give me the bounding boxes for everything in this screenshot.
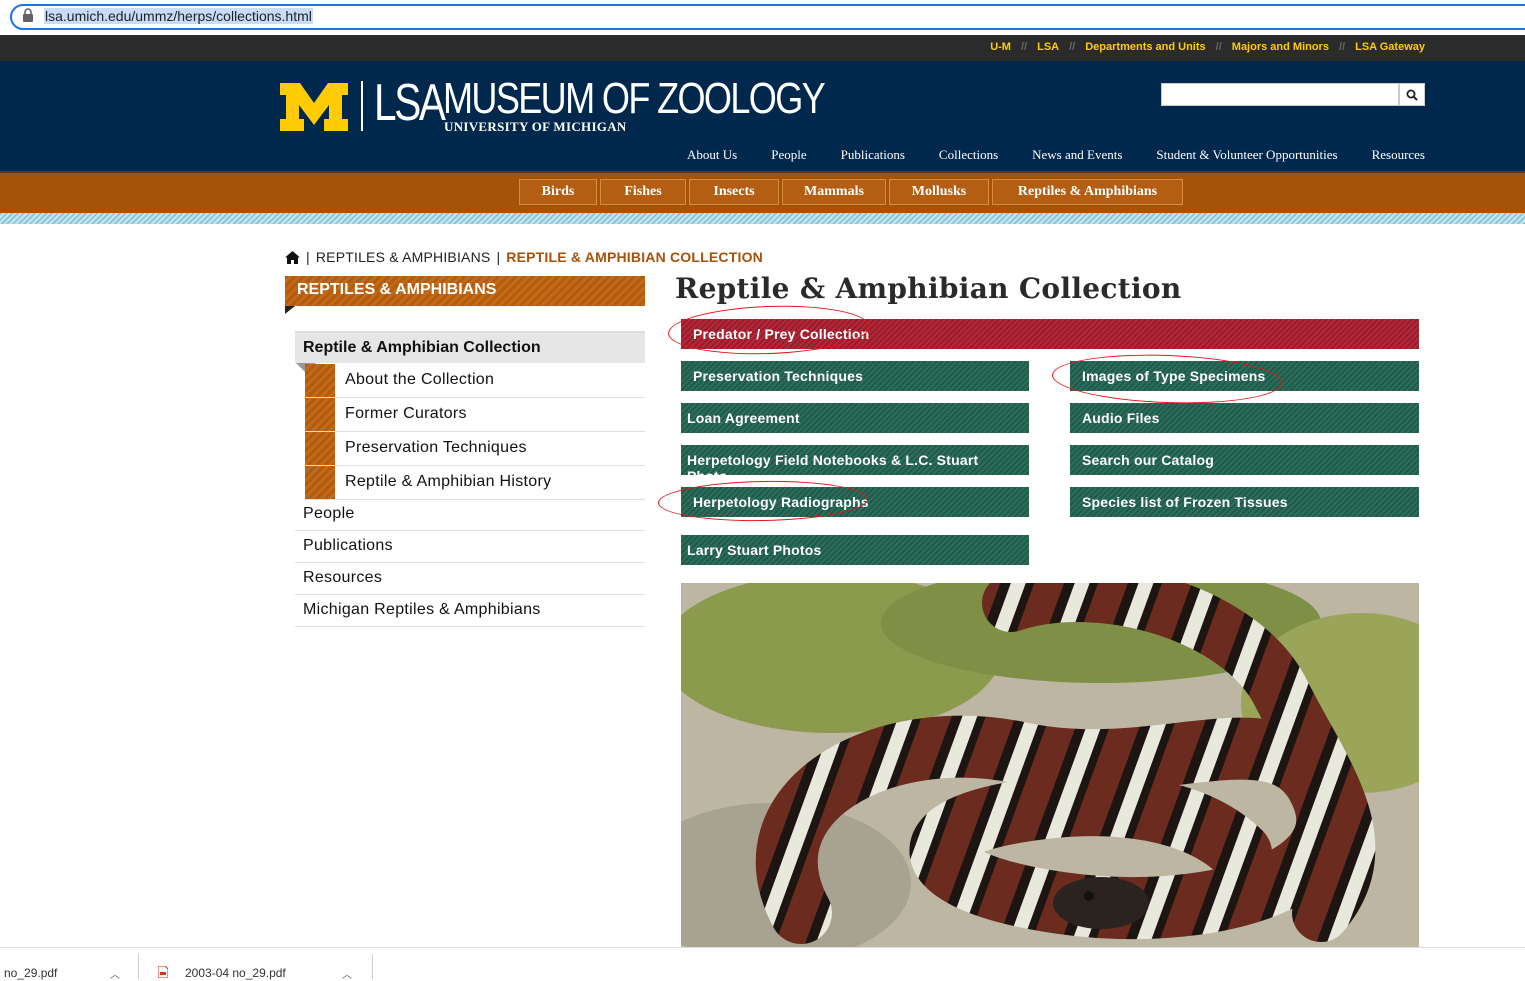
breadcrumb-separator: |	[496, 249, 501, 265]
sidebar-subitem-curators[interactable]: Former Curators	[305, 398, 645, 432]
breadcrumb-current: REPTILE & AMPHIBIAN COLLECTION	[506, 249, 763, 265]
site-header: LSA MUSEUM OF ZOOLOGY UNIVERSITY OF MICH…	[0, 61, 1525, 171]
collection-tabs: Birds Fishes Insects Mammals Mollusks Re…	[519, 179, 1183, 205]
sidebar-item-resources[interactable]: Resources	[295, 563, 645, 595]
search-input[interactable]	[1161, 83, 1399, 106]
nav-publications[interactable]: Publications	[841, 147, 905, 163]
sidebar-subitem-label: About the Collection	[345, 371, 495, 388]
separator: //	[1020, 41, 1028, 53]
utility-link-majors[interactable]: Majors and Minors	[1232, 41, 1329, 53]
tab-fishes[interactable]: Fishes	[600, 179, 686, 205]
nav-about-us[interactable]: About Us	[687, 147, 737, 163]
tab-birds[interactable]: Birds	[519, 179, 597, 205]
lock-icon	[23, 8, 33, 22]
subitem-marker	[305, 364, 335, 397]
search-button[interactable]	[1399, 83, 1425, 106]
nav-people[interactable]: People	[771, 147, 806, 163]
sidebar-item-people[interactable]: People	[295, 499, 645, 531]
chevron-up-icon[interactable]: ︿	[342, 966, 352, 981]
breadcrumb: | REPTILES & AMPHIBIANS | REPTILE & AMPH…	[285, 249, 763, 265]
collections-bar: Birds Fishes Insects Mammals Mollusks Re…	[0, 171, 1525, 211]
chevron-up-icon[interactable]: ︿	[110, 966, 120, 981]
logo-title[interactable]: MUSEUM OF ZOOLOGY	[443, 77, 826, 121]
separator: //	[1069, 41, 1076, 53]
tab-mollusks[interactable]: Mollusks	[889, 179, 989, 205]
nav-collections[interactable]: Collections	[939, 147, 998, 163]
logo-lsa[interactable]: LSA	[374, 77, 446, 129]
frozen-tissues-button[interactable]: Species list of Frozen Tissues	[1070, 487, 1419, 517]
pdf-icon	[158, 966, 168, 978]
subitem-marker	[305, 398, 335, 431]
sidebar-subitem-label: Preservation Techniques	[345, 439, 527, 456]
download-bar: no_29.pdf ︿ 2003-04 no_29.pdf ︿	[0, 947, 1525, 981]
page-title: Reptile & Amphibian Collection	[675, 272, 1182, 305]
logo-divider	[361, 81, 363, 131]
decorative-stripe	[0, 211, 1525, 224]
sidebar-heading-tip	[285, 306, 295, 314]
search-catalog-button[interactable]: Search our Catalog	[1070, 445, 1419, 475]
sidebar-subitem-about[interactable]: About the Collection	[305, 364, 645, 398]
breadcrumb-separator: |	[306, 249, 310, 265]
field-notebooks-button[interactable]: Herpetology Field Notebooks & L.C. Stuar…	[681, 445, 1029, 484]
block-m-logo[interactable]	[280, 83, 348, 131]
sidebar-item-publications[interactable]: Publications	[295, 531, 645, 563]
utility-link-um[interactable]: U-M	[990, 41, 1011, 53]
snake-image	[681, 583, 1419, 948]
sidebar-item-label: Resources	[303, 569, 383, 586]
tab-mammals[interactable]: Mammals	[782, 179, 886, 205]
preservation-techniques-button[interactable]: Preservation Techniques	[681, 361, 1029, 391]
url-text[interactable]: lsa.umich.edu/ummz/herps/collections.htm…	[44, 8, 313, 24]
annotation-circle	[1051, 351, 1283, 407]
sidebar-item-label: People	[303, 505, 355, 522]
utility-link-lsa[interactable]: LSA	[1037, 41, 1059, 53]
sidebar-item-label: Michigan Reptiles & Amphibians	[303, 601, 541, 618]
main-nav: About Us People Publications Collections…	[687, 147, 1425, 163]
tab-reptiles-amphibians[interactable]: Reptiles & Amphibians	[992, 179, 1183, 205]
breadcrumb-section[interactable]: REPTILES & AMPHIBIANS	[316, 249, 491, 265]
sidebar-heading[interactable]: REPTILES & AMPHIBIANS	[285, 276, 645, 306]
separator: //	[1338, 41, 1346, 53]
tab-insects[interactable]: Insects	[689, 179, 779, 205]
browser-address-bar: lsa.umich.edu/ummz/herps/collections.htm…	[0, 0, 1525, 35]
nav-student-volunteer[interactable]: Student & Volunteer Opportunities	[1156, 147, 1337, 163]
nav-news-events[interactable]: News and Events	[1032, 147, 1122, 163]
separator: //	[1215, 41, 1222, 53]
loan-agreement-button[interactable]: Loan Agreement	[681, 403, 1029, 433]
utility-links: U-M // LSA // Departments and Units // M…	[990, 41, 1425, 53]
sidebar-item-label: Publications	[303, 537, 393, 554]
nav-resources[interactable]: Resources	[1372, 147, 1425, 163]
sidebar-subitem-label: Former Curators	[345, 405, 467, 422]
utility-link-gateway[interactable]: LSA Gateway	[1355, 41, 1425, 53]
sidebar-subitem-label: Reptile & Amphibian History	[345, 473, 552, 490]
subitem-marker	[305, 466, 335, 499]
utility-link-departments[interactable]: Departments and Units	[1085, 41, 1205, 53]
logo-subtitle: UNIVERSITY OF MICHIGAN	[444, 119, 627, 134]
sidebar-item-michigan[interactable]: Michigan Reptiles & Amphibians	[295, 595, 645, 627]
milk-snake-photo	[681, 583, 1419, 948]
sidebar-subitem-history[interactable]: Reptile & Amphibian History	[305, 466, 645, 500]
search-icon	[1406, 89, 1418, 101]
audio-files-button[interactable]: Audio Files	[1070, 403, 1419, 433]
annotation-circle	[667, 302, 871, 358]
subitem-marker	[305, 432, 335, 465]
home-icon[interactable]	[285, 250, 300, 264]
download-divider	[138, 954, 139, 979]
sidebar-subitem-preservation[interactable]: Preservation Techniques	[305, 432, 645, 466]
sidebar-item-active[interactable]: Reptile & Amphibian Collection	[295, 331, 645, 363]
larry-stuart-photos-button[interactable]: Larry Stuart Photos	[681, 535, 1029, 565]
utility-bar: U-M // LSA // Departments and Units // M…	[0, 35, 1525, 61]
download-divider	[372, 954, 373, 979]
